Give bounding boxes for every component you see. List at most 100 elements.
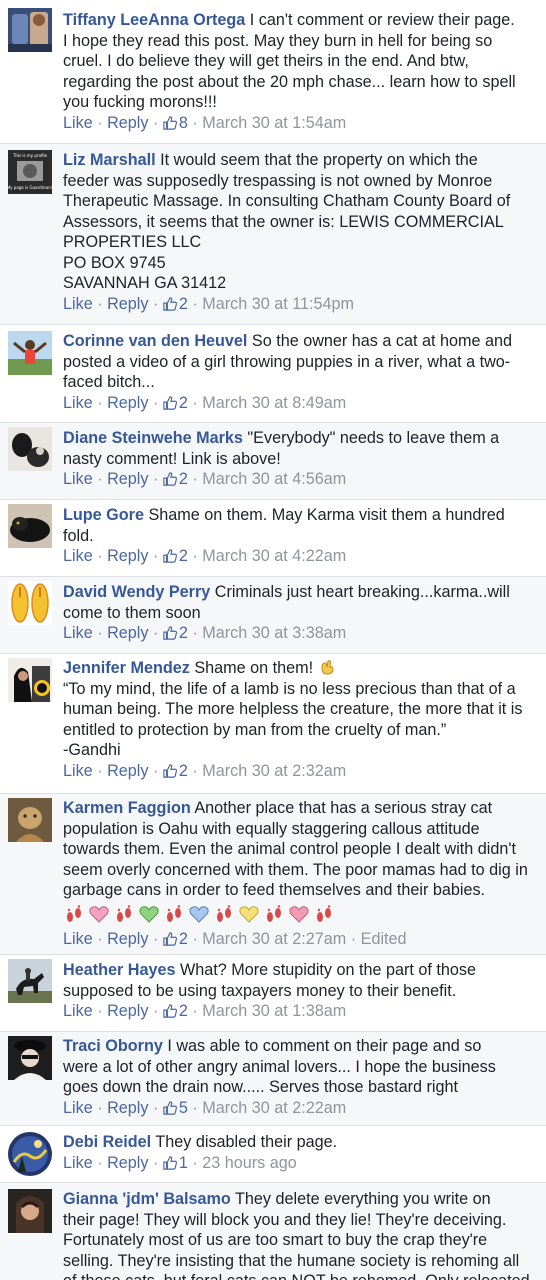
avatar[interactable] (8, 959, 52, 1003)
like-link[interactable]: Like (63, 470, 93, 488)
comment: Karmen Faggion Another place that has a … (0, 794, 546, 955)
like-link[interactable]: Like (63, 1002, 93, 1020)
comment-text: come to them soon (63, 603, 201, 622)
thumbs-up-icon (163, 395, 177, 410)
timestamp[interactable]: March 30 at 2:27am (202, 930, 346, 948)
avatar[interactable] (8, 1132, 52, 1176)
timestamp[interactable]: March 30 at 4:22am (202, 547, 346, 565)
comment-text: human being. The more helpless the creat… (63, 700, 523, 718)
reply-link[interactable]: Reply (107, 1154, 148, 1172)
edited-label[interactable]: Edited (361, 930, 407, 948)
svg-text:This is my profile: This is my profile (12, 153, 48, 158)
avatar[interactable] (8, 8, 52, 52)
like-link[interactable]: Like (63, 1099, 93, 1117)
footprints-emoji-icon (117, 904, 131, 922)
comment-actions: Like · Reply · 1 · 23 hours ago (63, 1153, 297, 1172)
comment-text: I was able to comment on their page and … (162, 1037, 482, 1055)
avatar[interactable] (8, 581, 52, 625)
comment-actions: Like · Reply · 2 · March 30 at 2:32am (63, 761, 347, 780)
heart-emoji-icon (139, 905, 159, 923)
like-count[interactable]: 2 (163, 930, 188, 948)
like-link[interactable]: Like (63, 930, 93, 948)
commenter-name[interactable]: Debi Reidel (63, 1133, 151, 1151)
comment-text: Criminals just heart breaking...karma..w… (210, 583, 510, 601)
comment-actions: Like · Reply · 5 · March 30 at 2:22am (63, 1098, 347, 1117)
commenter-name[interactable]: Jennifer Mendez (63, 659, 190, 677)
commenter-name[interactable]: Corinne van den Heuvel (63, 332, 247, 350)
comment-text: you fucking morons!!! (63, 93, 217, 111)
like-count[interactable]: 2 (163, 762, 188, 780)
like-count[interactable]: 2 (163, 295, 188, 313)
reply-link[interactable]: Reply (107, 394, 148, 412)
timestamp[interactable]: March 30 at 2:22am (202, 1099, 346, 1117)
commenter-name[interactable]: Liz Marshall (63, 151, 156, 169)
timestamp[interactable]: March 30 at 2:32am (202, 762, 346, 780)
thumbs-up-icon (163, 1004, 177, 1018)
comment-text: They delete everything you write on (230, 1190, 491, 1208)
thumbs-up-icon (163, 763, 177, 778)
like-count[interactable]: 2 (163, 547, 188, 565)
like-count[interactable]: 2 (163, 1002, 188, 1020)
comment: Lupe Gore Shame on them. May Karma visit… (0, 500, 546, 577)
commenter-name[interactable]: Lupe Gore (63, 506, 144, 524)
like-count[interactable]: 5 (163, 1099, 188, 1117)
avatar[interactable] (8, 658, 52, 702)
comment-text: Shame on them! (189, 659, 318, 677)
timestamp[interactable]: March 30 at 1:54am (202, 114, 346, 132)
avatar[interactable] (8, 331, 52, 375)
like-link[interactable]: Like (63, 762, 93, 780)
reply-link[interactable]: Reply (107, 470, 148, 488)
footprints-emoji-icon (167, 904, 181, 922)
reply-link[interactable]: Reply (107, 295, 148, 313)
footprints-emoji-icon (67, 904, 81, 922)
avatar[interactable] (8, 798, 52, 842)
commenter-name[interactable]: Karmen Faggion (63, 799, 191, 817)
like-link[interactable]: Like (63, 114, 93, 132)
like-count[interactable]: 2 (163, 394, 188, 412)
timestamp[interactable]: March 30 at 3:38am (202, 624, 346, 642)
commenter-name[interactable]: Heather Hayes (63, 961, 175, 979)
like-count[interactable]: 8 (163, 114, 188, 132)
avatar[interactable]: This is my profile My page is Guardmanit (8, 150, 52, 194)
like-link[interactable]: Like (63, 295, 93, 313)
comment-text: were a lot of other angry animal lovers.… (63, 1057, 496, 1076)
timestamp[interactable]: 23 hours ago (202, 1154, 297, 1172)
avatar[interactable] (8, 1036, 52, 1080)
comment: Tiffany LeeAnna Ortega I can't comment o… (0, 0, 546, 144)
commenter-name[interactable]: David Wendy Perry (63, 583, 210, 601)
avatar[interactable] (8, 427, 52, 471)
like-link[interactable]: Like (63, 1154, 93, 1172)
commenter-name[interactable]: Traci Oborny (63, 1037, 163, 1055)
reply-link[interactable]: Reply (107, 1099, 148, 1117)
comment-text: goes down the drain now..... Serves thos… (63, 1078, 459, 1096)
comment-actions: Like · Reply · 2 · March 30 at 2:27am · … (63, 929, 407, 948)
like-count[interactable]: 2 (163, 624, 188, 642)
comment: Jennifer Mendez Shame on them! “To my mi… (0, 654, 546, 794)
timestamp[interactable]: March 30 at 11:54pm (202, 295, 354, 313)
like-count[interactable]: 2 (163, 470, 188, 488)
timestamp[interactable]: March 30 at 1:38am (202, 1002, 346, 1020)
reply-link[interactable]: Reply (107, 114, 148, 132)
heart-emoji-icon (189, 905, 209, 923)
timestamp[interactable]: March 30 at 8:49am (202, 394, 346, 412)
comment-text: They disabled their page. (151, 1133, 338, 1151)
commenter-name[interactable]: Tiffany LeeAnna Ortega (63, 11, 245, 29)
timestamp[interactable]: March 30 at 4:56am (202, 470, 346, 488)
reply-link[interactable]: Reply (107, 624, 148, 642)
svg-text:My page is Guardmanit: My page is Guardmanit (8, 185, 52, 190)
reply-link[interactable]: Reply (107, 547, 148, 565)
avatar[interactable] (8, 1189, 52, 1233)
emoji-row (63, 901, 534, 929)
commenter-name[interactable]: Diane Steinwehe Marks (63, 429, 243, 447)
reply-link[interactable]: Reply (107, 762, 148, 780)
like-link[interactable]: Like (63, 394, 93, 412)
avatar[interactable] (8, 504, 52, 548)
comment-text: posted a video of a girl throwing puppie… (63, 352, 511, 371)
like-count[interactable]: 1 (163, 1154, 188, 1172)
comment-text: PROPERTIES LLC (63, 233, 202, 251)
reply-link[interactable]: Reply (107, 1002, 148, 1020)
reply-link[interactable]: Reply (107, 930, 148, 948)
like-link[interactable]: Like (63, 547, 93, 565)
commenter-name[interactable]: Gianna 'jdm' Balsamo (63, 1190, 231, 1208)
like-link[interactable]: Like (63, 624, 93, 642)
